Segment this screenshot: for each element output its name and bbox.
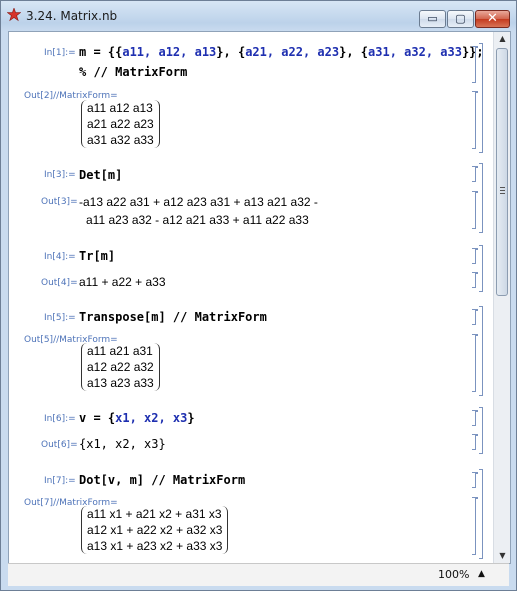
in-label-5: In[5]:= [44, 313, 76, 323]
mathematica-spikey-icon [7, 8, 21, 22]
matrix-row: a12 a22 a32 [87, 360, 154, 374]
group-bracket[interactable] [479, 163, 483, 233]
cell-bracket[interactable] [472, 434, 478, 450]
matrix-row: a13 a23 a33 [87, 376, 154, 390]
scroll-up-icon[interactable]: ▲ [494, 32, 510, 46]
out-label-3: Out[3]= [41, 197, 78, 207]
group-bracket[interactable] [479, 43, 483, 153]
group-bracket[interactable] [479, 245, 483, 292]
cell-bracket[interactable] [472, 166, 478, 182]
input-text: a21, a22, a23 [245, 45, 340, 59]
out-label-4: Out[4]= [41, 278, 78, 288]
group-bracket[interactable] [479, 469, 483, 559]
minimize-button[interactable]: ▭ [419, 10, 446, 28]
output-trace[interactable]: a11 + a22 + a33 [79, 275, 166, 289]
cell-bracket[interactable] [472, 472, 478, 488]
input-cell-5[interactable]: Transpose[m] // MatrixForm [79, 310, 267, 324]
window-title: 3.24. Matrix.nb [26, 9, 118, 23]
output-det-line1[interactable]: -a13 a22 a31 + a12 a23 a31 + a13 a21 a32… [79, 195, 318, 209]
in-label-4: In[4]:= [44, 252, 76, 262]
output-matrix-5[interactable]: a11 a21 a31 a12 a22 a32 a13 a23 a33 [81, 343, 160, 391]
input-text: x1, x2, x3 [115, 411, 188, 425]
matrix-row: a11 a12 a13 [87, 101, 153, 115]
matrix-row: a31 a32 a33 [87, 133, 154, 147]
notebook-window: 3.24. Matrix.nb ▭ ▢ ✕ In[1]:= m = {{a11,… [0, 0, 517, 591]
input-text: a11, a12, a13 [122, 45, 217, 59]
input-cell-3[interactable]: Det[m] [79, 168, 122, 182]
cell-bracket[interactable] [472, 272, 478, 288]
input-text: v = { [79, 411, 116, 425]
cell-bracket[interactable] [472, 497, 478, 555]
matrix-row: a13 x1 + a23 x2 + a33 x3 [87, 539, 223, 553]
status-bar: 100% ▲ [8, 563, 509, 586]
scroll-down-icon[interactable]: ▼ [494, 549, 510, 563]
input-text: a31, a32, a33 [368, 45, 462, 59]
input-text: } [187, 411, 195, 425]
output-matrix-2[interactable]: a11 a12 a13 a21 a22 a23 a31 a32 a33 [81, 100, 160, 148]
grip-icon [500, 187, 505, 194]
output-vector[interactable]: {x1, x2, x3} [79, 437, 166, 451]
vertical-scrollbar[interactable]: ▲ ▼ [493, 32, 510, 563]
group-bracket[interactable] [479, 306, 483, 396]
output-det-line2[interactable]: a11 a23 a32 - a12 a21 a33 + a11 a22 a33 [86, 213, 309, 227]
matrix-row: a12 x1 + a22 x2 + a32 x3 [87, 523, 223, 537]
cell-bracket[interactable] [472, 334, 478, 392]
input-cell-7[interactable]: Dot[v, m] // MatrixForm [79, 473, 245, 487]
out-label-6: Out[6]= [41, 440, 78, 450]
cell-bracket[interactable] [472, 248, 478, 264]
input-cell-1-line2[interactable]: % // MatrixForm [79, 65, 187, 79]
input-cell-4[interactable]: Tr[m] [79, 249, 115, 263]
zoom-level[interactable]: 100% [438, 568, 469, 581]
in-label-6: In[6]:= [44, 414, 76, 424]
input-text: }, { [339, 45, 369, 59]
title-bar[interactable]: 3.24. Matrix.nb ▭ ▢ ✕ [1, 1, 516, 31]
minimize-icon: ▭ [427, 12, 438, 25]
maximize-icon: ▢ [455, 12, 466, 25]
group-bracket[interactable] [479, 407, 483, 454]
in-label-3: In[3]:= [44, 170, 76, 180]
cell-bracket[interactable] [472, 91, 478, 149]
cell-bracket[interactable] [472, 410, 478, 426]
maximize-button[interactable]: ▢ [447, 10, 474, 28]
input-text: }, { [216, 45, 246, 59]
cell-bracket[interactable] [472, 309, 478, 325]
scrollbar-thumb[interactable] [496, 48, 508, 296]
close-button[interactable]: ✕ [475, 10, 510, 28]
in-label-7: In[7]:= [44, 476, 76, 486]
input-cell-6[interactable]: v = {x1, x2, x3} [79, 411, 195, 425]
cell-bracket[interactable] [472, 46, 478, 83]
notebook-content[interactable]: In[1]:= m = {{a11, a12, a13}, {a21, a22,… [8, 31, 511, 564]
close-icon: ✕ [487, 11, 498, 26]
matrix-row: a21 a22 a23 [87, 117, 154, 131]
input-text: m = {{ [79, 45, 123, 59]
in-label-1: In[1]:= [44, 48, 76, 58]
cell-bracket[interactable] [472, 191, 478, 229]
input-cell-1-line1[interactable]: m = {{a11, a12, a13}, {a21, a22, a23}, {… [79, 45, 484, 59]
matrix-row: a11 x1 + a21 x2 + a31 x3 [87, 507, 222, 521]
zoom-menu-icon[interactable]: ▲ [478, 569, 485, 579]
matrix-row: a11 a21 a31 [87, 344, 153, 358]
output-matrix-7[interactable]: a11 x1 + a21 x2 + a31 x3 a12 x1 + a22 x2… [81, 506, 229, 554]
